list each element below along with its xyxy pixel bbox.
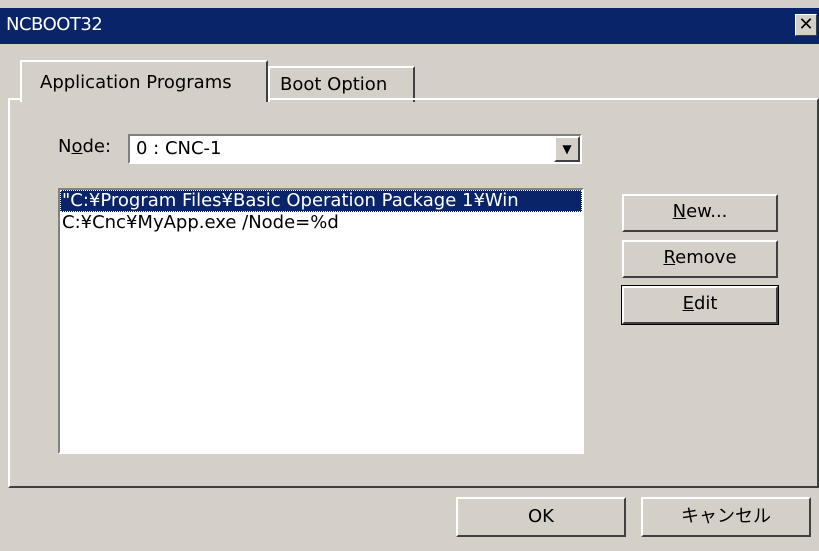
list-item[interactable]: "C:¥Program Files¥Basic Operation Packag… xyxy=(60,190,582,212)
close-button[interactable]: ✕ xyxy=(795,14,817,36)
title-bar[interactable]: NCBOOT32 ✕ xyxy=(0,8,819,44)
list-item[interactable]: C:¥Cnc¥MyApp.exe /Node=%d xyxy=(60,212,582,234)
new-button[interactable]: New... xyxy=(622,194,778,232)
program-list[interactable]: "C:¥Program Files¥Basic Operation Packag… xyxy=(58,188,584,454)
cancel-button[interactable]: キャンセル xyxy=(641,497,811,537)
window-title: NCBOOT32 xyxy=(6,14,103,35)
remove-button[interactable]: Remove xyxy=(622,240,778,278)
chevron-down-icon: ▼ xyxy=(562,142,572,156)
tab-boot-option[interactable]: Boot Option xyxy=(268,66,415,102)
dropdown-button[interactable]: ▼ xyxy=(554,136,580,162)
tab-label: Application Programs xyxy=(40,72,232,93)
node-label: Node: xyxy=(58,136,112,157)
dialog-window: NCBOOT32 ✕ Application Programs Boot Opt… xyxy=(0,0,819,551)
edit-button[interactable]: Edit xyxy=(621,285,779,325)
tab-label: Boot Option xyxy=(280,74,388,95)
close-icon: ✕ xyxy=(798,14,814,35)
node-select[interactable]: 0 : CNC-1 ▼ xyxy=(128,134,582,164)
tab-application-programs[interactable]: Application Programs xyxy=(20,60,268,102)
node-select-value: 0 : CNC-1 xyxy=(136,138,222,159)
ok-button[interactable]: OK xyxy=(456,497,626,537)
